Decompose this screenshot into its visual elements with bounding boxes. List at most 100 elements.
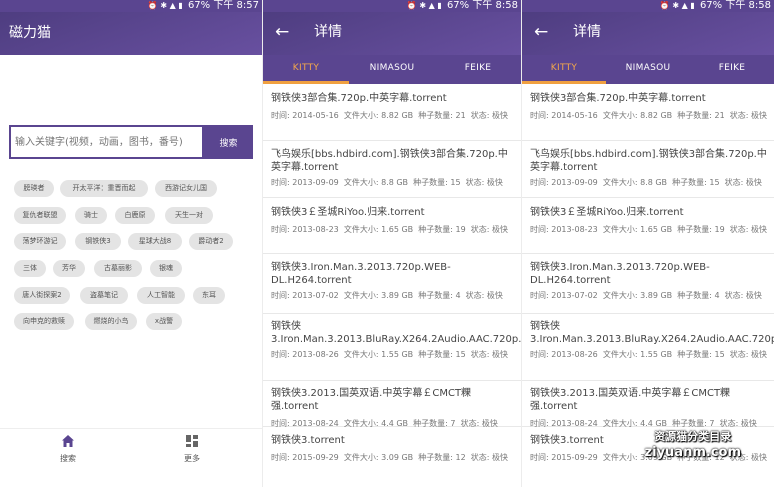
- time-value: 2013-08-23: [551, 225, 598, 234]
- result-item[interactable]: 钢铁侠3.Iron.Man.3.2013.720p.WEB-DL.H264.to…: [263, 254, 521, 314]
- result-title: 钢铁侠3部合集.720p.中英字幕.torrent: [271, 93, 447, 104]
- result-item[interactable]: 钢铁侠3.Iron.Man.3.2013.720p.WEB-DL.H264.to…: [522, 254, 774, 314]
- watermark-line-2: ziyuanm.com: [644, 445, 741, 460]
- result-item[interactable]: 钢铁侠3.torrent 时间: 2015-09-29 文件大小: 3.09 G…: [263, 427, 521, 487]
- search-input[interactable]: [9, 125, 204, 159]
- tab-kitty[interactable]: KITTY: [263, 55, 349, 84]
- seeds-value: 15: [450, 178, 461, 187]
- keyword-chip[interactable]: 钢铁侠3: [75, 233, 121, 250]
- keyword-chip[interactable]: 膀瑛者: [14, 180, 54, 197]
- keyword-chip[interactable]: 西游记女儿国: [155, 180, 217, 197]
- keyword-chip[interactable]: 唐人街探案2: [14, 287, 70, 304]
- result-title: 钢铁侠3.2013.国英双语.中英字幕￡CMCT粿强.torrent: [530, 388, 731, 412]
- result-item[interactable]: 钢铁侠3.2013.国英双语.中英字幕￡CMCT粿强.torrent 时间: 2…: [522, 381, 774, 428]
- keyword-chip[interactable]: 骑士: [75, 207, 107, 224]
- time-value: 2014-05-16: [292, 111, 339, 120]
- state-label: 状态:: [729, 225, 749, 234]
- state-label: 状态:: [724, 291, 744, 300]
- keyword-chip[interactable]: 芳华: [53, 260, 85, 277]
- keyword-chip[interactable]: 人工智能: [137, 287, 185, 304]
- seeds-label: 种子数量:: [677, 291, 712, 300]
- state-label: 状态:: [729, 111, 749, 120]
- keyword-chip[interactable]: 三体: [14, 260, 46, 277]
- size-value: 1.65 GB: [381, 225, 414, 234]
- seeds-value: 21: [455, 111, 466, 120]
- seeds-value: 15: [714, 350, 725, 359]
- result-item[interactable]: 飞鸟娱乐[bbs.hdbird.com].钢铁侠3部合集.720p.中英字幕.t…: [263, 141, 521, 198]
- tab-nimasou[interactable]: NIMASOU: [349, 55, 435, 84]
- tab-feike[interactable]: FEIKE: [435, 55, 521, 84]
- back-arrow-icon[interactable]: ←: [534, 22, 548, 42]
- time-label: 时间:: [271, 453, 290, 462]
- result-item[interactable]: 钢铁侠3.Iron.Man.3.2013.BluRay.X264.2Audio.…: [522, 314, 774, 381]
- back-arrow-icon[interactable]: ←: [275, 22, 289, 42]
- state-value: 极快: [492, 225, 509, 234]
- nav-search[interactable]: 搜索: [38, 433, 98, 465]
- home-icon: [38, 433, 98, 453]
- page-title: 详情: [573, 24, 601, 40]
- tab-kitty[interactable]: KITTY: [522, 55, 606, 84]
- time-label: 时间:: [530, 225, 549, 234]
- keyword-chip[interactable]: 天生一对: [165, 207, 213, 224]
- size-label: 文件大小:: [602, 350, 638, 359]
- result-list: 钢铁侠3部合集.720p.中英字幕.torrent 时间: 2014-05-16…: [522, 84, 774, 487]
- state-value: 极快: [751, 111, 768, 120]
- result-item[interactable]: 钢铁侠3￡圣城RiYoo.归来.torrent 时间: 2013-08-23 文…: [263, 198, 521, 254]
- tab-feike[interactable]: FEIKE: [690, 55, 774, 84]
- keyword-chip[interactable]: 银魂: [150, 260, 182, 277]
- time-label: 时间:: [271, 111, 290, 120]
- page-title: 详情: [314, 24, 342, 40]
- app-bar: 磁力猫: [0, 12, 262, 55]
- keyword-chip[interactable]: 向申克的救赎: [14, 313, 74, 330]
- size-label: 文件大小:: [343, 111, 379, 120]
- keyword-chip[interactable]: 爵动者2: [189, 233, 233, 250]
- keyword-chip[interactable]: 东耳: [193, 287, 225, 304]
- result-item[interactable]: 钢铁侠3.Iron.Man.3.2013.BluRay.X264.2Audio.…: [263, 314, 521, 381]
- result-item[interactable]: 飞鸟娱乐[bbs.hdbird.com].钢铁侠3部合集.720p.中英字幕.t…: [522, 141, 774, 198]
- battery-level: 67%: [699, 0, 723, 11]
- result-item[interactable]: 钢铁侠3￡圣城RiYoo.归来.torrent 时间: 2013-08-23 文…: [522, 198, 774, 254]
- seeds-value: 4: [714, 291, 720, 300]
- result-item[interactable]: 钢铁侠3.2013.国英双语.中英字幕￡CMCT粿强.torrent 时间: 2…: [263, 381, 521, 428]
- result-list: 钢铁侠3部合集.720p.中英字幕.torrent 时间: 2014-05-16…: [263, 84, 521, 487]
- result-item[interactable]: 钢铁侠3部合集.720p.中英字幕.torrent 时间: 2014-05-16…: [522, 84, 774, 141]
- keyword-chip[interactable]: 复仇者联盟: [14, 207, 66, 224]
- size-value: 1.55 GB: [640, 350, 673, 359]
- keyword-chip[interactable]: 盗墓笔记: [80, 287, 128, 304]
- state-value: 极快: [492, 350, 509, 359]
- keyword-chip[interactable]: 开太平洋：重晋而起: [60, 180, 148, 197]
- time-value: 2013-08-26: [292, 350, 339, 359]
- size-value: 3.09 GB: [381, 453, 414, 462]
- seeds-label: 种子数量:: [677, 111, 712, 120]
- keyword-chip[interactable]: 白鹿原: [115, 207, 155, 224]
- clock: 下午 8:58: [472, 0, 518, 11]
- time-value: 2013-07-02: [551, 291, 598, 300]
- state-value: 极快: [751, 350, 768, 359]
- result-item[interactable]: 钢铁侠3部合集.720p.中英字幕.torrent 时间: 2014-05-16…: [263, 84, 521, 141]
- seeds-value: 15: [455, 350, 466, 359]
- seeds-label: 种子数量:: [418, 291, 453, 300]
- time-label: 时间:: [530, 350, 549, 359]
- detail-screen: ⏰ ✱ ▲ ▮ 67% 下午 8:58 ← 详情 KITTY NIMASOU F…: [521, 0, 774, 487]
- watermark: 资源猫分类目录 ziyuanm.com: [645, 430, 741, 461]
- size-value: 8.8 GB: [640, 178, 668, 187]
- state-label: 状态:: [470, 453, 490, 462]
- state-value: 极快: [751, 453, 768, 462]
- result-meta: 时间: 2013-08-23 文件大小: 1.65 GB 种子数量: 19 状态…: [271, 224, 517, 236]
- time-label: 时间:: [271, 178, 290, 187]
- search-bar: 搜索: [9, 125, 253, 159]
- keyword-chip[interactable]: 燃烧的小鸟: [85, 313, 137, 330]
- seeds-label: 种子数量:: [418, 225, 453, 234]
- keyword-chip[interactable]: 古墓丽影: [94, 260, 142, 277]
- tab-nimasou[interactable]: NIMASOU: [606, 55, 690, 84]
- nav-more[interactable]: 更多: [162, 433, 222, 465]
- keyword-chip[interactable]: x战警: [146, 313, 182, 330]
- keyword-chip[interactable]: 星球大战8: [128, 233, 182, 250]
- result-meta: 时间: 2014-05-16 文件大小: 8.82 GB 种子数量: 21 状态…: [271, 110, 517, 122]
- time-label: 时间:: [530, 111, 549, 120]
- time-value: 2013-08-23: [292, 225, 339, 234]
- search-button[interactable]: 搜索: [204, 125, 253, 159]
- time-label: 时间:: [271, 225, 290, 234]
- keyword-chip[interactable]: 荡梦环游记: [14, 233, 66, 250]
- time-value: 2015-09-29: [551, 453, 598, 462]
